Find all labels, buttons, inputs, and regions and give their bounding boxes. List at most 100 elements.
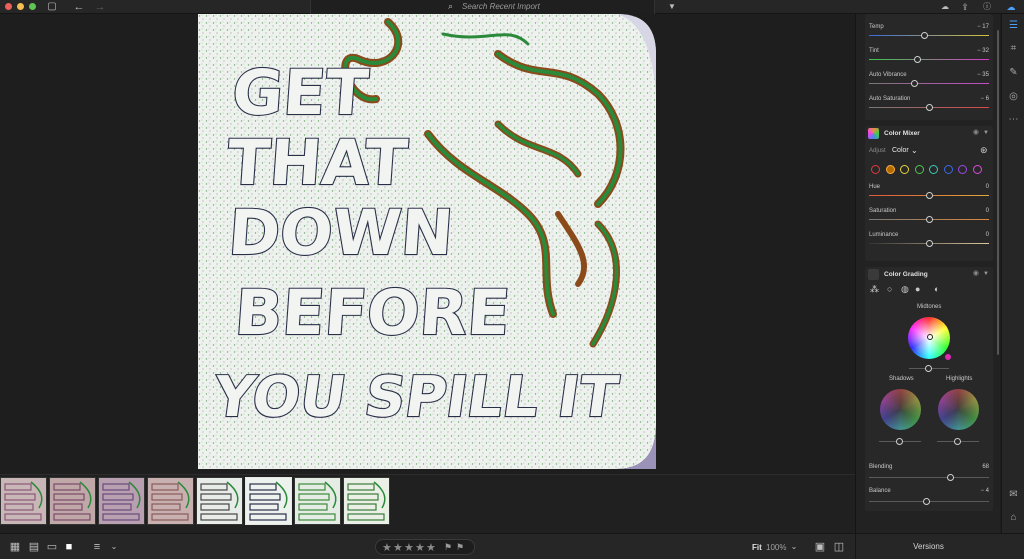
highlights-luminance-knob[interactable] <box>954 438 961 445</box>
sort-chevron-icon[interactable]: ⌄ <box>109 541 119 553</box>
collapse-caret-icon[interactable]: ▼ <box>983 130 989 136</box>
filter-icon[interactable]: ▼ <box>667 0 677 14</box>
cloud-icon[interactable]: ☁ <box>1004 0 1018 14</box>
mixer-saturation-slider-knob[interactable] <box>925 216 933 223</box>
blending-slider-track[interactable] <box>869 477 989 478</box>
color-swatch-1[interactable] <box>885 165 895 174</box>
rating-star-1[interactable]: ★ <box>382 541 392 554</box>
color-auto-vibrance-slider-track[interactable] <box>869 83 989 84</box>
color-swatch-3[interactable] <box>914 165 924 174</box>
zoom-level[interactable]: 100% <box>766 543 786 552</box>
filmstrip-thumbnail[interactable] <box>245 477 292 525</box>
midtones-luminance-knob[interactable] <box>925 365 932 372</box>
tag-icon[interactable]: ⌂ <box>1007 511 1020 524</box>
color-swatch-4[interactable] <box>929 165 938 174</box>
filmstrip-thumbnail[interactable] <box>49 477 96 525</box>
shadows-luminance-knob[interactable] <box>896 438 903 445</box>
filmstrip-thumbnail[interactable] <box>343 477 390 525</box>
visibility-eye-icon[interactable]: ◉ <box>973 269 979 277</box>
back-arrow-icon[interactable]: ← <box>72 0 86 14</box>
search-bar[interactable]: ⌕ Search Recent Import <box>310 0 655 14</box>
zoom-chevron-icon[interactable]: ⌄ <box>789 541 799 553</box>
color-swatch-5[interactable] <box>943 165 953 174</box>
color-auto-saturation-value[interactable]: − 6 <box>980 96 989 102</box>
sidebar-toggle-icon[interactable]: ▢ <box>46 0 58 14</box>
wheel-handle[interactable] <box>927 334 933 340</box>
color-temp-value[interactable]: − 17 <box>977 24 989 30</box>
color-auto-vibrance-label: Auto Vibrance <box>869 72 907 78</box>
blending-slider-knob[interactable] <box>947 474 955 481</box>
highlights-view-icon[interactable]: ● <box>915 284 920 294</box>
cloud-sync-icon[interactable]: ☁ <box>940 0 950 14</box>
forward-arrow-icon[interactable]: → <box>93 0 107 14</box>
color-auto-vibrance-value[interactable]: − 35 <box>977 72 989 78</box>
mixer-luminance-value[interactable]: 0 <box>986 232 989 238</box>
filmstrip-thumbnail[interactable] <box>294 477 341 525</box>
three-way-view-icon[interactable]: ⁂ <box>870 284 879 295</box>
shadows-color-wheel[interactable] <box>880 389 921 430</box>
color-tint-slider-track[interactable] <box>869 59 989 60</box>
window-maximize-button[interactable] <box>29 3 36 10</box>
color-temp-slider-knob[interactable] <box>920 32 928 39</box>
mixer-luminance-slider-knob[interactable] <box>925 240 933 247</box>
window-close-button[interactable] <box>5 3 12 10</box>
target-adjustment-icon[interactable]: ⊛ <box>980 145 988 156</box>
global-view-icon[interactable]: ◐ <box>934 284 939 294</box>
sort-icon[interactable]: ≡ <box>91 541 103 553</box>
detail-view-icon[interactable]: ▭ <box>46 541 58 553</box>
flag-reject-icon[interactable]: ⚑ <box>456 542 464 553</box>
flag-pick-icon[interactable]: ⚑ <box>444 542 452 553</box>
before-after-icon[interactable]: ▣ <box>814 541 826 553</box>
rating-star-4[interactable]: ★ <box>415 541 425 554</box>
versions-button[interactable]: Versions <box>855 534 1001 559</box>
crop-icon[interactable]: ⌗ <box>1007 42 1020 55</box>
filmstrip-thumbnail[interactable] <box>147 477 194 525</box>
wheel-hue-handle[interactable] <box>945 354 951 360</box>
color-swatch-0[interactable] <box>871 165 880 174</box>
filmstrip-thumbnail[interactable] <box>196 477 243 525</box>
fit-zoom-button[interactable]: Fit <box>752 543 762 552</box>
mixer-hue-slider-knob[interactable] <box>925 192 933 199</box>
more-icon[interactable]: ⋯ <box>1007 113 1020 126</box>
square-grid-icon[interactable]: ▤ <box>28 541 40 553</box>
midtones-color-wheel[interactable] <box>908 317 951 360</box>
edit-sliders-icon[interactable]: ☰ <box>1007 19 1020 32</box>
compare-icon[interactable]: ◫ <box>833 541 845 553</box>
balance-slider-knob[interactable] <box>923 498 931 505</box>
color-tint-value[interactable]: − 32 <box>977 48 989 54</box>
color-swatch-7[interactable] <box>972 165 982 174</box>
search-input[interactable]: Search Recent Import <box>462 2 540 11</box>
color-auto-saturation-slider-knob[interactable] <box>925 104 933 111</box>
help-icon[interactable]: ⓘ <box>982 0 992 14</box>
healing-brush-icon[interactable]: ✎ <box>1007 66 1020 79</box>
color-swatch-2[interactable] <box>900 165 909 174</box>
color-tint-slider-knob[interactable] <box>913 56 921 63</box>
main-photo[interactable]: GET THAT DOWN BEFORE YOU SPILL IT <box>198 14 656 469</box>
filmstrip-thumbnail[interactable] <box>98 477 145 525</box>
adjust-dropdown[interactable]: Color <box>892 147 909 154</box>
midtones-view-icon[interactable]: ◍ <box>901 284 909 295</box>
window-minimize-button[interactable] <box>17 3 24 10</box>
rating-star-3[interactable]: ★ <box>404 541 414 554</box>
rating-star-2[interactable]: ★ <box>393 541 403 554</box>
rating-star-5[interactable]: ★ <box>426 541 436 554</box>
panel-scrollbar[interactable] <box>997 30 999 355</box>
blending-value[interactable]: 68 <box>982 464 989 470</box>
color-swatch-6[interactable] <box>958 165 967 174</box>
share-icon[interactable]: ⇪ <box>960 0 970 14</box>
mixer-hue-value[interactable]: 0 <box>986 184 989 190</box>
comment-icon[interactable]: ✉ <box>1007 488 1020 501</box>
highlights-color-wheel[interactable] <box>938 389 979 430</box>
collapse-caret-icon[interactable]: ▼ <box>983 271 989 277</box>
shadows-view-icon[interactable]: ○ <box>887 284 892 294</box>
mixer-saturation-value[interactable]: 0 <box>986 208 989 214</box>
loupe-view-icon[interactable]: ■ <box>63 541 75 553</box>
filmstrip-thumbnail[interactable] <box>0 477 47 525</box>
color-auto-vibrance-slider-knob[interactable] <box>911 80 919 87</box>
color-temp-slider-track[interactable] <box>869 35 989 36</box>
chevron-down-icon[interactable]: ⌄ <box>911 146 918 155</box>
visibility-eye-icon[interactable]: ◉ <box>973 128 979 136</box>
balance-value[interactable]: − 4 <box>980 488 989 494</box>
grid-view-icon[interactable]: ▦ <box>9 541 21 553</box>
masking-icon[interactable]: ◎ <box>1007 90 1020 103</box>
